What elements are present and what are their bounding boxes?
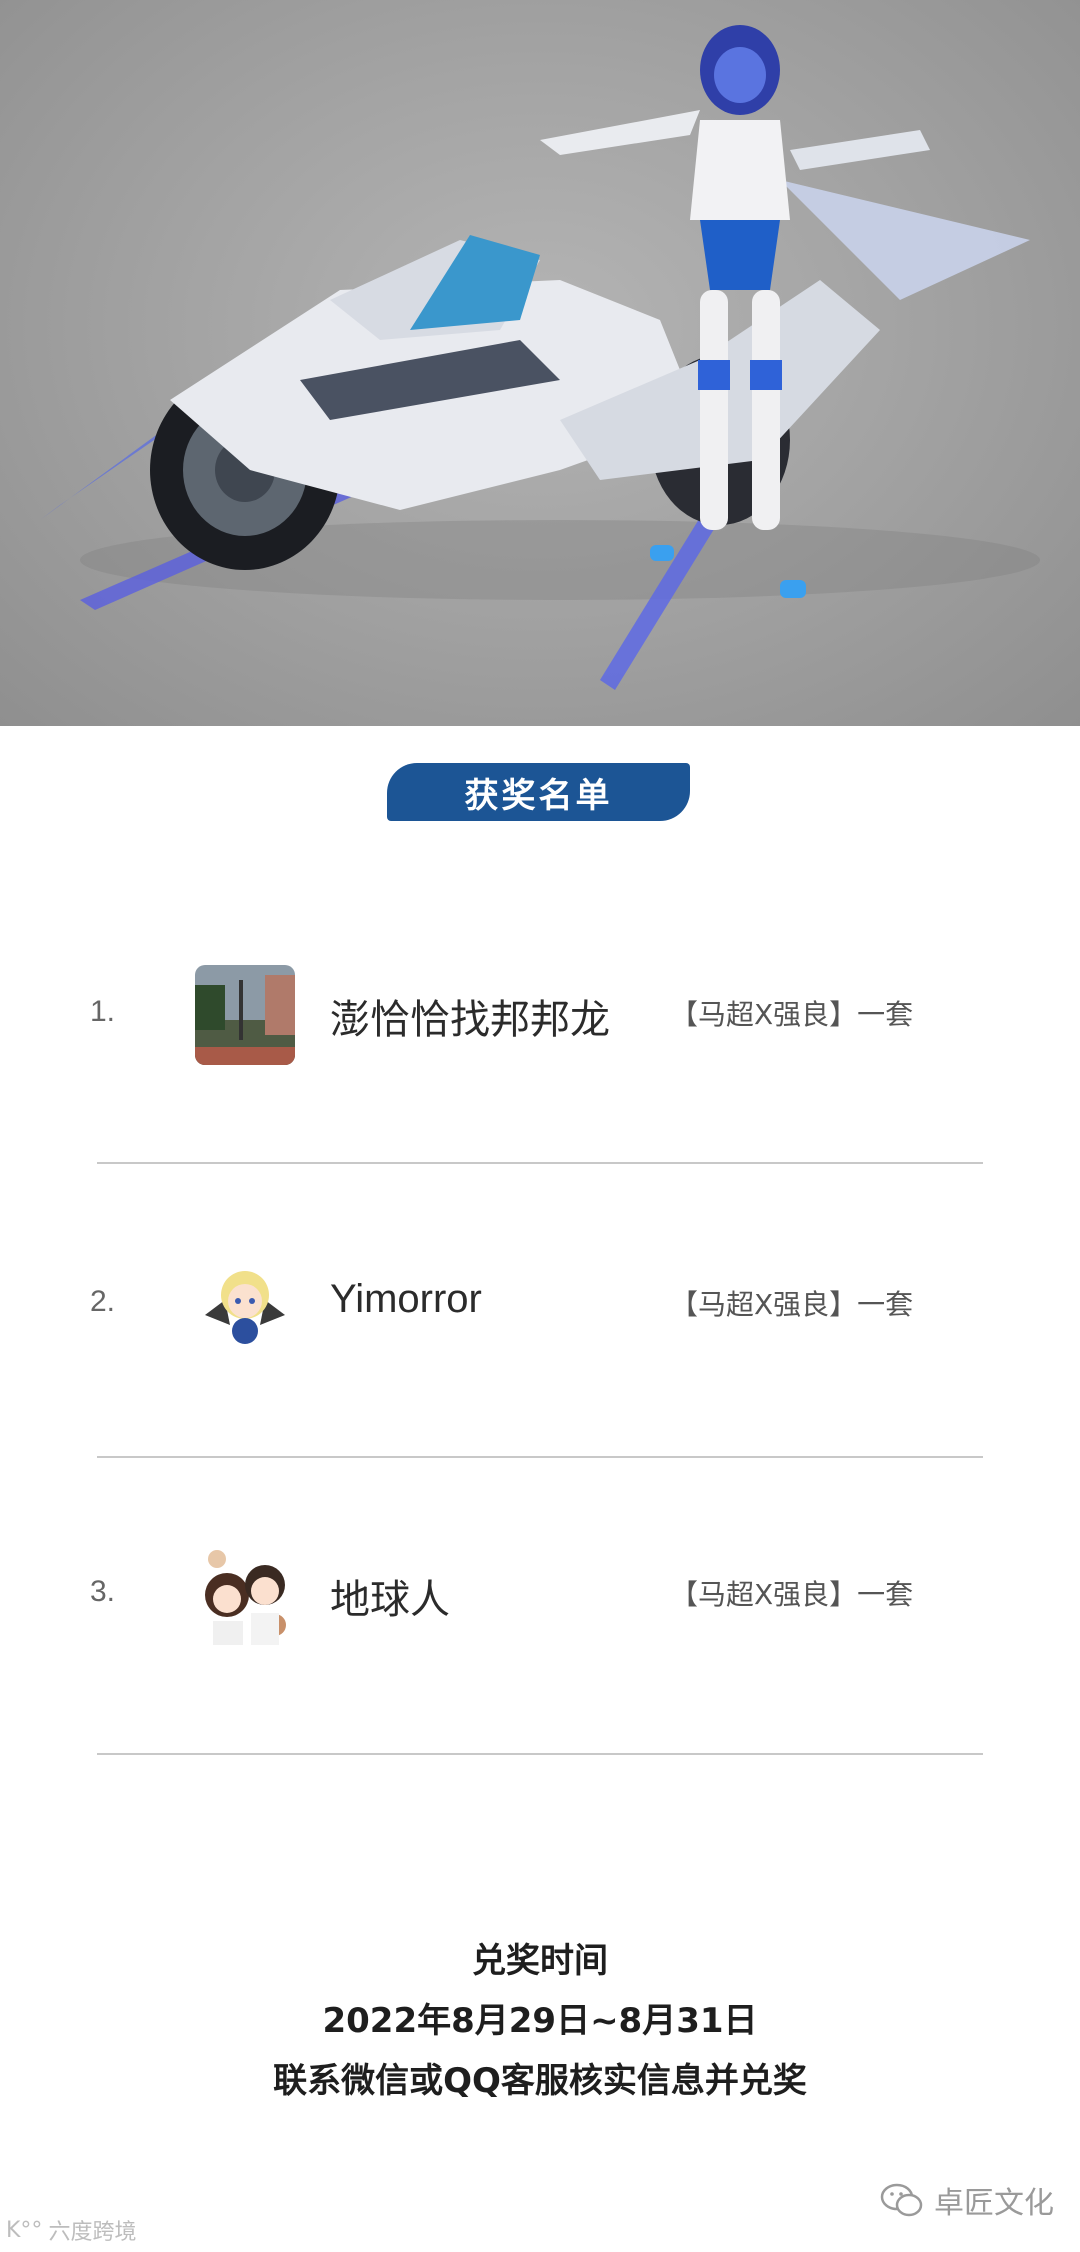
redeem-heading: 兑奖时间 [472,1941,608,1981]
rank-number: 2. [90,1285,116,1318]
winners-list-banner: 获奖名单 [387,763,690,821]
winner-name: 澎恰恰找邦邦龙 [330,997,610,1043]
redeem-instruction: 联系微信或QQ客服核实信息并兑奖 [273,2061,807,2101]
winner-row-1: 1. 澎恰恰找邦邦龙 【马超X强良】一套 [0,955,1080,1065]
rank-number: 1. [90,995,116,1028]
avatar[interactable] [195,1255,295,1355]
avatar[interactable] [195,1545,295,1645]
cartoon-couple-avatar-icon [195,1545,295,1645]
wechat-icon [880,2183,923,2217]
prize-label: 【马超X强良】一套 [670,1288,914,1321]
account-watermark: 卓匠文化 [880,2178,1054,2222]
winner-row-2: 2. Yimorror 【马超X强良】一套 [0,1245,1080,1355]
anime-angel-boy-avatar-icon [195,1255,295,1355]
divider [97,1753,983,1755]
figure-bike-illustration [40,25,1040,690]
account-name: 卓匠文化 [934,2186,1054,2221]
watermark-text: 六度跨境 [48,2220,137,2245]
street-photo-avatar-icon [195,965,295,1065]
redeem-dates: 2022年8月29日~8月31日 [322,2001,758,2041]
rank-number: 3. [90,1575,116,1608]
prize-label: 【马超X强良】一套 [670,1578,914,1611]
divider [97,1162,983,1164]
watermark-logo-icon: K°° [6,2217,43,2243]
avatar[interactable] [195,965,295,1065]
hero-photo [0,0,1080,726]
winner-row-3: 3. 地球人 【马超X强良】一套 [0,1535,1080,1645]
source-watermark: K°° 六度跨境 [6,2214,136,2246]
winner-name: Yimorror [330,1277,482,1321]
divider [97,1456,983,1458]
winner-name: 地球人 [330,1577,450,1623]
prize-label: 【马超X强良】一套 [670,998,914,1031]
